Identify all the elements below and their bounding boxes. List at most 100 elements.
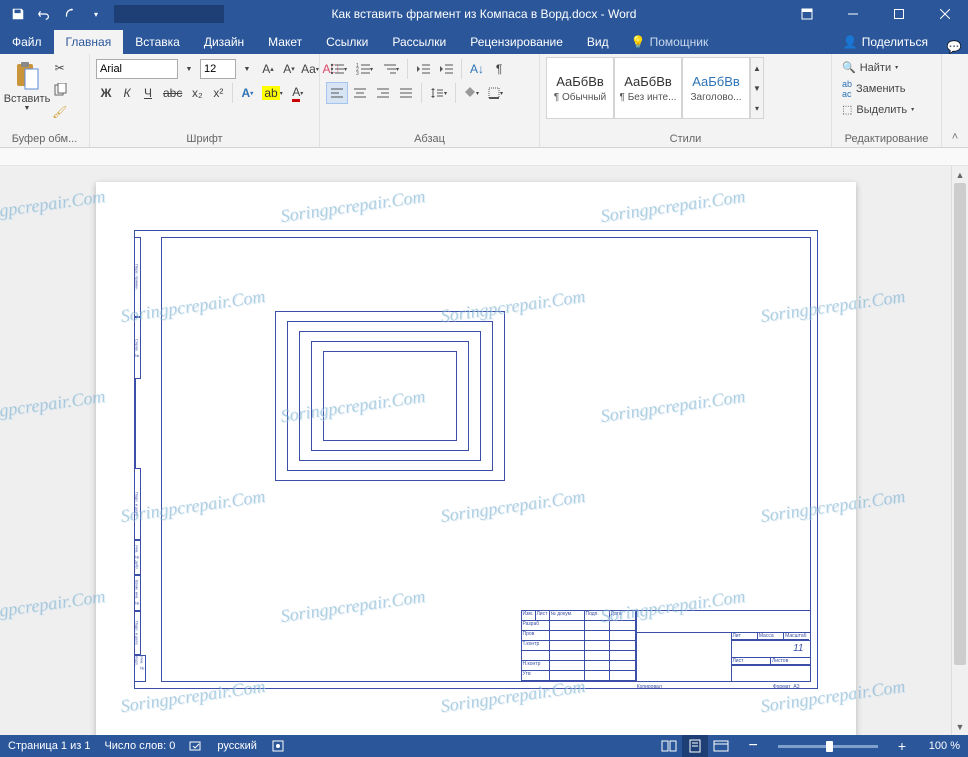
font-name-dropdown[interactable]: ▼: [179, 58, 199, 80]
group-clipboard-label: Буфер обм...: [6, 131, 83, 147]
align-left-button[interactable]: [326, 82, 348, 104]
find-button[interactable]: 🔍Найти▾: [838, 57, 935, 78]
status-page[interactable]: Страница 1 из 1: [8, 740, 90, 752]
qat-customize-button[interactable]: ▾: [84, 2, 108, 26]
undo-button[interactable]: [32, 2, 56, 26]
highlight-button[interactable]: ab▾: [258, 82, 286, 104]
tab-review[interactable]: Рецензирование: [458, 30, 575, 54]
superscript-button[interactable]: x²: [208, 82, 228, 104]
zoom-slider-thumb[interactable]: [826, 741, 833, 752]
svg-text:3: 3: [356, 71, 359, 75]
change-case-button[interactable]: Aa▾: [300, 58, 320, 80]
font-name-input[interactable]: [96, 59, 178, 79]
numbering-button[interactable]: 123▾: [352, 58, 377, 80]
zoom-slider[interactable]: [778, 745, 878, 748]
borders-button[interactable]: ▾: [484, 82, 507, 104]
redo-button[interactable]: [58, 2, 82, 26]
paste-button[interactable]: Вставить ▼: [6, 57, 48, 123]
align-center-button[interactable]: [349, 82, 371, 104]
status-word-count[interactable]: Число слов: 0: [104, 740, 175, 752]
subscript-button[interactable]: x₂: [187, 82, 207, 104]
ribbon-display-options-button[interactable]: [784, 0, 830, 28]
increase-indent-button[interactable]: [435, 58, 457, 80]
styles-expand[interactable]: ▾: [751, 98, 763, 118]
sort-button[interactable]: A↓: [466, 58, 488, 80]
group-editing: 🔍Найти▾ abacЗаменить ⬚Выделить▾ Редактир…: [832, 54, 942, 147]
drawing-scale-value: 11: [732, 641, 810, 658]
underline-button[interactable]: Ч: [138, 82, 158, 104]
font-size-input[interactable]: [200, 59, 236, 79]
tell-me-label: Помощник: [650, 35, 709, 49]
tab-insert[interactable]: Вставка: [123, 30, 192, 54]
document-scroll[interactable]: Перв. примен. Справ. № Подп. и дата Инв.…: [0, 166, 951, 735]
shading-button[interactable]: ▾: [460, 82, 483, 104]
status-language[interactable]: русский: [217, 740, 256, 752]
tab-home[interactable]: Главная: [54, 30, 124, 54]
replace-label: Заменить: [856, 83, 905, 95]
replace-button[interactable]: abacЗаменить: [838, 78, 935, 99]
tab-design[interactable]: Дизайн: [192, 30, 256, 54]
show-marks-button[interactable]: ¶: [489, 58, 509, 80]
tab-file[interactable]: Файл: [0, 30, 54, 54]
text-effects-button[interactable]: A▾: [237, 82, 257, 104]
tab-view[interactable]: Вид: [575, 30, 621, 54]
view-web-layout[interactable]: [708, 735, 734, 757]
style-no-spacing[interactable]: АаБбВв ¶ Без инте...: [614, 57, 682, 119]
scroll-up-button[interactable]: ▲: [952, 166, 968, 183]
align-right-button[interactable]: [372, 82, 394, 104]
maximize-button[interactable]: [876, 0, 922, 28]
scroll-thumb[interactable]: [954, 183, 966, 665]
share-button[interactable]: 👤 Поделиться: [831, 30, 940, 54]
select-button[interactable]: ⬚Выделить▾: [838, 99, 935, 120]
strikethrough-button[interactable]: abc: [159, 82, 186, 104]
tell-me-search[interactable]: 💡 Помощник: [621, 30, 719, 54]
zoom-in-button[interactable]: +: [898, 738, 906, 754]
italic-button[interactable]: К: [117, 82, 137, 104]
font-size-dropdown[interactable]: ▼: [237, 58, 257, 80]
tab-references[interactable]: Ссылки: [314, 30, 380, 54]
justify-button[interactable]: [395, 82, 417, 104]
document-page[interactable]: Перв. примен. Справ. № Подп. и дата Инв.…: [96, 182, 856, 735]
style-normal[interactable]: АаБбВв ¶ Обычный: [546, 57, 614, 119]
grow-font-button[interactable]: A▴: [258, 58, 278, 80]
decrease-indent-button[interactable]: [412, 58, 434, 80]
styles-row-down[interactable]: ▼: [751, 78, 763, 98]
cut-button[interactable]: ✂: [48, 57, 71, 79]
window-title: Как вставить фрагмент из Компаса в Ворд.…: [332, 7, 637, 21]
user-account-area[interactable]: [114, 5, 224, 23]
tab-layout[interactable]: Макет: [256, 30, 314, 54]
scroll-down-button[interactable]: ▼: [952, 718, 968, 735]
shrink-font-button[interactable]: A▾: [279, 58, 299, 80]
format-painter-button[interactable]: 🖌: [48, 101, 71, 123]
collapse-ribbon-button[interactable]: ˄: [942, 54, 968, 147]
zoom-level[interactable]: 100 %: [920, 740, 960, 752]
comments-pane-button[interactable]: 💬: [940, 40, 968, 54]
view-print-layout[interactable]: [682, 735, 708, 757]
bullets-button[interactable]: ▾: [326, 58, 351, 80]
save-button[interactable]: [6, 2, 30, 26]
ribbon: Вставить ▼ ✂ 🖌 Буфер обм... ▼ ▼ A▴ A▾ Aa…: [0, 54, 968, 148]
line-spacing-button[interactable]: ▾: [426, 82, 451, 104]
minimize-button[interactable]: [830, 0, 876, 28]
scroll-track[interactable]: [952, 183, 968, 718]
horizontal-ruler[interactable]: [0, 148, 968, 166]
zoom-out-button[interactable]: −: [748, 737, 757, 755]
window-controls: [784, 0, 968, 28]
styles-row-up[interactable]: ▲: [751, 58, 763, 78]
style-heading1[interactable]: АаБбВв Заголово...: [682, 57, 750, 119]
bold-button[interactable]: Ж: [96, 82, 116, 104]
kompas-drawing-object[interactable]: Перв. примен. Справ. № Подп. и дата Инв.…: [134, 230, 818, 689]
view-read-mode[interactable]: [656, 735, 682, 757]
copy-button[interactable]: [48, 79, 71, 101]
close-button[interactable]: [922, 0, 968, 28]
style-name: ¶ Без инте...: [620, 92, 677, 103]
status-macro[interactable]: [271, 739, 285, 753]
bulb-icon: 💡: [631, 35, 646, 49]
font-color-button[interactable]: A▾: [288, 82, 308, 104]
tab-mailings[interactable]: Рассылки: [380, 30, 458, 54]
status-spellcheck[interactable]: [189, 739, 203, 753]
vertical-scrollbar[interactable]: ▲ ▼: [951, 166, 968, 735]
styles-gallery: АаБбВв ¶ Обычный АаБбВв ¶ Без инте... Аа…: [546, 57, 825, 119]
share-icon: 👤: [843, 35, 858, 49]
multilevel-list-button[interactable]: ▾: [378, 58, 403, 80]
